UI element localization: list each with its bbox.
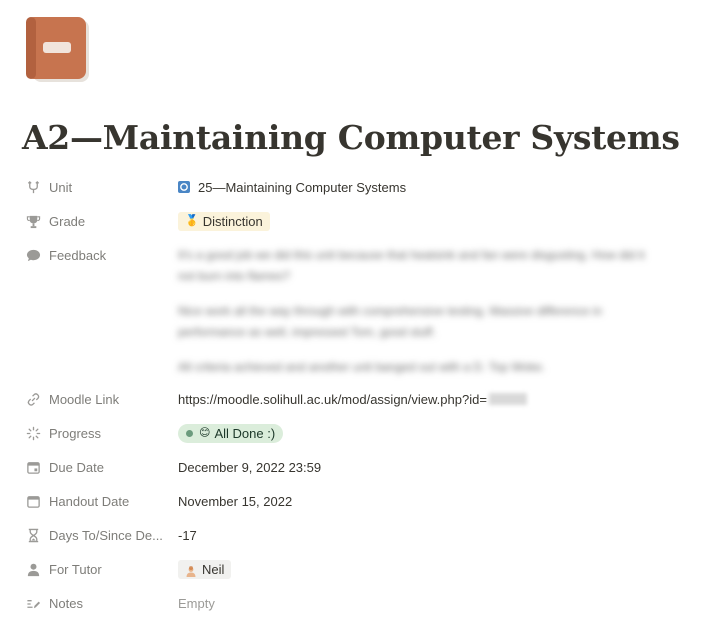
property-value-unit[interactable]: 25—Maintaining Computer Systems (178, 170, 702, 204)
property-value-moodle-link[interactable]: https://moodle.solihull.ac.uk/mod/assign… (178, 382, 702, 416)
person-icon (25, 561, 41, 577)
tutor-tag[interactable]: Neil (178, 559, 232, 579)
hourglass-icon (25, 527, 41, 543)
property-label-notes[interactable]: Notes (22, 586, 178, 620)
feedback-paragraph: All criteria achieved and another unit b… (178, 360, 546, 374)
property-label-text: Notes (49, 595, 83, 611)
tutor-avatar-icon (185, 563, 197, 577)
property-label-text: Unit (49, 179, 73, 195)
grade-tag[interactable]: 🥇 Distinction (178, 211, 270, 231)
property-row-progress: Progress 😊 All Done :) (22, 416, 702, 450)
relation-arrow-icon (25, 179, 41, 195)
property-label-text: Due Date (49, 459, 104, 475)
property-row-unit: Unit 25—Maintaining Computer Systems (22, 170, 702, 204)
progress-status-tag[interactable]: 😊 All Done :) (178, 423, 284, 443)
property-label-handout-date[interactable]: Handout Date (22, 484, 178, 518)
unit-link[interactable]: 25—Maintaining Computer Systems (198, 180, 406, 195)
page-title[interactable]: A2—Maintaining Computer Systems (22, 118, 680, 157)
property-label-text: Handout Date (49, 493, 130, 509)
property-row-feedback: Feedback It's a good job we did this uni… (22, 238, 702, 382)
feedback-paragraph: Nice work all the way through with compr… (178, 304, 602, 339)
property-row-handout-date: Handout Date November 15, 2022 (22, 484, 702, 518)
property-label-text: For Tutor (49, 561, 102, 577)
property-label-due-date[interactable]: Due Date (22, 450, 178, 484)
book-icon (26, 17, 89, 82)
property-label-for-tutor[interactable]: For Tutor (22, 552, 178, 586)
handout-date-value: November 15, 2022 (178, 493, 293, 509)
property-label-text: Feedback (49, 247, 107, 263)
property-value-due-date[interactable]: December 9, 2022 23:59 (178, 450, 702, 484)
property-row-grade: Grade 🥇 Distinction (22, 204, 702, 238)
property-value-days-to-since: -17 (178, 518, 702, 552)
feedback-paragraph: It's a good job we did this unit because… (178, 248, 645, 283)
property-label-feedback[interactable]: Feedback (22, 238, 178, 272)
property-label-text: Days To/Since De... (49, 527, 163, 543)
due-date-value: December 9, 2022 23:59 (178, 459, 322, 475)
calendar-icon (25, 459, 41, 475)
property-value-grade[interactable]: 🥇 Distinction (178, 204, 702, 238)
medal-emoji: 🥇 (185, 214, 199, 227)
notes-empty-placeholder[interactable]: Empty (178, 596, 215, 611)
property-label-unit[interactable]: Unit (22, 170, 178, 204)
property-row-moodle-link: Moodle Link https://moodle.solihull.ac.u… (22, 382, 702, 416)
comment-icon (25, 247, 41, 263)
feedback-text-blurred: It's a good job we did this unit because… (178, 245, 648, 378)
property-row-for-tutor: For Tutor Neil (22, 552, 702, 586)
moodle-url-link[interactable]: https://moodle.solihull.ac.uk/mod/assign… (178, 392, 487, 407)
property-value-handout-date[interactable]: November 15, 2022 (178, 484, 702, 518)
edit-lines-icon (25, 595, 41, 611)
property-label-text: Progress (49, 425, 102, 441)
property-value-for-tutor[interactable]: Neil (178, 552, 702, 586)
property-row-notes: Notes Empty (22, 586, 702, 620)
property-label-days-to-since[interactable]: Days To/Since De... (22, 518, 178, 552)
property-label-moodle-link[interactable]: Moodle Link (22, 382, 178, 416)
status-dot (186, 429, 193, 437)
property-label-text: Moodle Link (49, 391, 120, 407)
days-to-since-value: -17 (178, 527, 197, 543)
smile-emoji: 😊 (199, 426, 211, 439)
progress-status-label: All Done :) (214, 425, 276, 441)
redacted-id (488, 393, 527, 405)
property-label-grade[interactable]: Grade (22, 204, 178, 238)
property-row-days-to-since: Days To/Since De... -17 (22, 518, 702, 552)
trophy-icon (25, 213, 41, 229)
property-label-progress[interactable]: Progress (22, 416, 178, 450)
relation-page-icon (178, 181, 190, 193)
property-value-progress[interactable]: 😊 All Done :) (178, 416, 702, 450)
property-value-notes[interactable]: Empty (178, 586, 702, 620)
link-icon (25, 391, 41, 407)
property-value-feedback[interactable]: It's a good job we did this unit because… (178, 238, 702, 382)
grade-tag-label: Distinction (202, 213, 263, 229)
property-label-text: Grade (49, 213, 86, 229)
status-icon (25, 425, 41, 441)
properties-list: Unit 25—Maintaining Computer Systems Gra… (22, 170, 702, 620)
calendar-icon (25, 493, 41, 509)
property-row-due-date: Due Date December 9, 2022 23:59 (22, 450, 702, 484)
page-icon[interactable] (24, 16, 92, 84)
tutor-name: Neil (202, 561, 225, 577)
